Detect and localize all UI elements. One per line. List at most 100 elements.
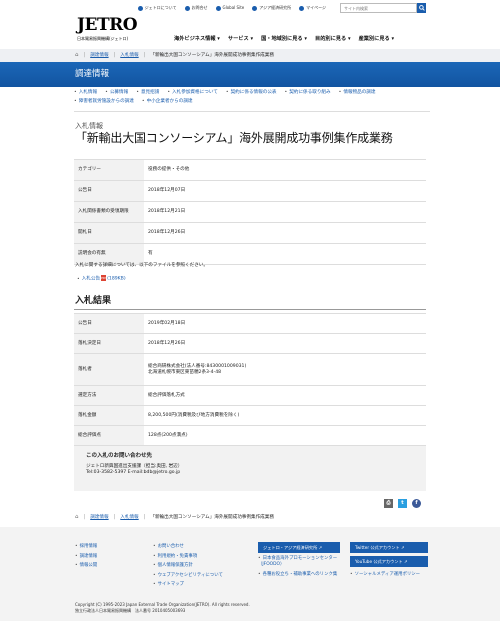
facebook-icon[interactable]: f: [412, 499, 421, 508]
row-value: 役務の提供・その他: [144, 159, 426, 181]
subnav-contract-efforts[interactable]: 契約に係る取り組み: [285, 88, 330, 97]
utility-link-mypage[interactable]: マイページ: [299, 5, 326, 11]
breadcrumb-current: 「新輪出大国コンソーシアム」海外展開成功事例集作成業務: [150, 514, 274, 520]
subnav-public-offering[interactable]: 公募情報: [105, 88, 128, 97]
divider: [74, 309, 426, 310]
footer-link-recruit[interactable]: 採用情報: [75, 542, 98, 552]
row-label: カテゴリー: [74, 159, 144, 181]
subnav-opinion[interactable]: 意見招請: [136, 88, 159, 97]
subnav-qualification[interactable]: 入札参加資格について: [167, 88, 218, 97]
footer-link-contact[interactable]: お問い合わせ: [153, 542, 223, 552]
table-row: 総合評価点 128点(200点満点): [74, 425, 426, 446]
section-title: 調達情報: [75, 69, 110, 79]
search-button[interactable]: [417, 3, 426, 13]
table-row: 落札金額 8,200,500円(消費税及び地方消費税を除く): [74, 405, 426, 426]
share-buttons: ⎙ t f: [384, 499, 421, 508]
jetro-logo[interactable]: JETRO 日本貿易振興機構(ジェトロ): [77, 17, 162, 47]
row-value: 8,200,500円(消費税及び地方消費税を除く): [144, 405, 426, 426]
breadcrumb-separator: |: [143, 514, 146, 521]
row-value: 総合評価落札方式: [144, 385, 426, 406]
pdf-icon: PDF: [101, 275, 107, 281]
utility-link-label: マイページ: [306, 5, 326, 11]
home-icon[interactable]: ⌂: [75, 52, 79, 59]
footer-link-accessibility[interactable]: ウェブアクセシビリティについて: [153, 571, 223, 581]
utility-link-contact[interactable]: お問合せ: [184, 5, 208, 11]
footer-col-3: ジェトロ・アジア経済研究所 ↗ 日本食品海外プロモーションセンター（JFOODO…: [258, 542, 340, 580]
utility-link-ide[interactable]: アジア経済研究所: [252, 5, 292, 11]
footer-link-disclosure[interactable]: 情報公開: [75, 561, 98, 571]
pdf-link[interactable]: 入札公告PDF(189KB): [77, 275, 126, 282]
subnav-contract-info[interactable]: 契約に係る情報の公表: [226, 88, 277, 97]
row-label: 説明会の有無: [74, 243, 144, 265]
footer-col-4: Twitter 公式アカウント ↗ YouTube 公式アカウント ↗ ソーシャ…: [350, 542, 428, 580]
contact-title: この入札のお問い合わせ先: [86, 453, 153, 459]
footer-link-sitemap[interactable]: サイトマップ: [153, 580, 223, 590]
row-label: 選定方法: [74, 385, 144, 406]
footer-link-jfoodo[interactable]: 日本食品海外プロモーションセンター（JFOODO）: [258, 556, 340, 567]
subnav-sme[interactable]: 中小企業者からの調達: [142, 97, 193, 106]
nav-by-purpose[interactable]: 目的別に見る ▾: [315, 36, 351, 43]
breadcrumb-bidding[interactable]: 入札情報: [120, 515, 138, 521]
table-row: 公告日 2019年02月18日: [74, 313, 426, 334]
footer-link-social-policy[interactable]: ソーシャルメディア運用ポリシー: [350, 570, 428, 580]
row-label: 落札決定日: [74, 333, 144, 354]
breadcrumb-bottom: ⌂ | 調達情報 | 入札情報 | 「新輪出大国コンソーシアム」海外展開成功事例…: [0, 511, 500, 524]
page-title: 「新輸出大国コンソーシアム」海外展開成功事例集作成業務: [75, 131, 393, 145]
table-row: 公告日 2018年12月07日: [74, 180, 426, 202]
twitter-account-button[interactable]: Twitter 公式アカウント ↗: [350, 542, 428, 553]
nav-by-country[interactable]: 国・地域別に見る ▾: [261, 36, 307, 43]
footer-link-procurement[interactable]: 調達情報: [75, 552, 98, 562]
utility-link-global[interactable]: Global Site: [215, 5, 244, 11]
nav-overseas-business[interactable]: 海外ビジネス情報 ▾: [174, 36, 220, 43]
youtube-account-button[interactable]: YouTube 公式アカウント ↗: [350, 556, 428, 567]
search-icon: [418, 5, 425, 11]
result-heading: 入札結果: [75, 296, 112, 306]
utility-link-label: アジア経済研究所: [259, 5, 292, 11]
contact-box: この入札のお問い合わせ先 ジェトロ新興国進出支援課（担当:奥田, 岩辺） Tel…: [74, 446, 426, 491]
nav-by-industry[interactable]: 産業別に見る ▾: [359, 36, 395, 43]
pdf-link-label: 入札公告: [81, 276, 101, 282]
row-label: 開札日: [74, 222, 144, 244]
subnav-disability[interactable]: 障害者就労施設からの調達: [74, 97, 134, 106]
breadcrumb-bidding[interactable]: 入札情報: [120, 53, 138, 59]
twitter-icon[interactable]: t: [398, 499, 407, 508]
row-value: 総合商研株式会社(法人番号:8430001009031) 北海道札幌市東区東苗穂2…: [144, 353, 426, 386]
row-label: 総合評価点: [74, 425, 144, 446]
footer-link-terms[interactable]: 利用規約・免責事項: [153, 552, 223, 562]
utility-link-label: お問合せ: [191, 5, 208, 11]
bid-result-table: 公告日 2019年02月18日 落札決定日 2018年12月26日 落札者 総合商研株…: [74, 313, 426, 446]
home-icon[interactable]: ⌂: [75, 514, 79, 521]
row-label: 公告日: [74, 313, 144, 334]
table-row: 説明会の有無有: [74, 243, 426, 265]
row-value: 2018年12月21日: [144, 201, 426, 223]
breadcrumb: ⌂ | 調達情報 | 入札情報 | 「新輪出大国コンソーシアム」海外展開成功事例…: [0, 49, 500, 62]
print-icon[interactable]: ⎙: [384, 499, 393, 508]
utility-link-about[interactable]: ジェトロについて: [137, 5, 177, 11]
table-row: 落札決定日 2018年12月26日: [74, 333, 426, 354]
subnav-bidding[interactable]: 入札情報: [74, 88, 97, 97]
footer-link-subsidy[interactable]: 各種お役立ち・補助事業へのリンク集: [258, 570, 340, 580]
breadcrumb-separator: |: [143, 52, 146, 59]
breadcrumb-procurement[interactable]: 調達情報: [90, 515, 108, 521]
breadcrumb-current: 「新輪出大国コンソーシアム」海外展開成功事例集作成業務: [150, 52, 274, 58]
row-value: 2019年02月18日: [144, 313, 426, 334]
row-label: 落札者: [74, 353, 144, 386]
table-row: 落札者 総合商研株式会社(法人番号:8430001009031) 北海道札幌市東区東…: [74, 353, 426, 386]
article-category: 入札情報: [75, 122, 103, 130]
ide-button[interactable]: ジェトロ・アジア経済研究所 ↗: [258, 542, 340, 553]
corporate-number: 独立行政法人日本貿易振興機構 法人番号 2010405003693: [75, 608, 186, 613]
search-input[interactable]: [340, 3, 417, 13]
breadcrumb-procurement[interactable]: 調達情報: [90, 53, 108, 59]
logo-text: JETRO: [77, 15, 138, 35]
footer-link-privacy[interactable]: 個人情報保護方針: [153, 561, 223, 571]
user-icon: [299, 5, 305, 11]
subnav-it-procurement[interactable]: 情報物品の調達: [339, 88, 375, 97]
breadcrumb-separator: |: [83, 514, 86, 521]
footer-col-1: 採用情報 調達情報 情報公開: [75, 542, 98, 571]
footer-col-2: お問い合わせ 利用規約・免責事項 個人情報保護方針 ウェブアクセシビリティについ…: [153, 542, 223, 590]
row-label: 入札関係書類の受領期限: [74, 201, 144, 223]
breadcrumb-separator: |: [113, 52, 116, 59]
nav-services[interactable]: サービス ▾: [228, 36, 253, 43]
global-nav: 海外ビジネス情報 ▾ サービス ▾ 国・地域別に見る ▾ 目的別に見る ▾ 産業…: [174, 36, 394, 43]
row-value: 2018年12月07日: [144, 180, 426, 202]
